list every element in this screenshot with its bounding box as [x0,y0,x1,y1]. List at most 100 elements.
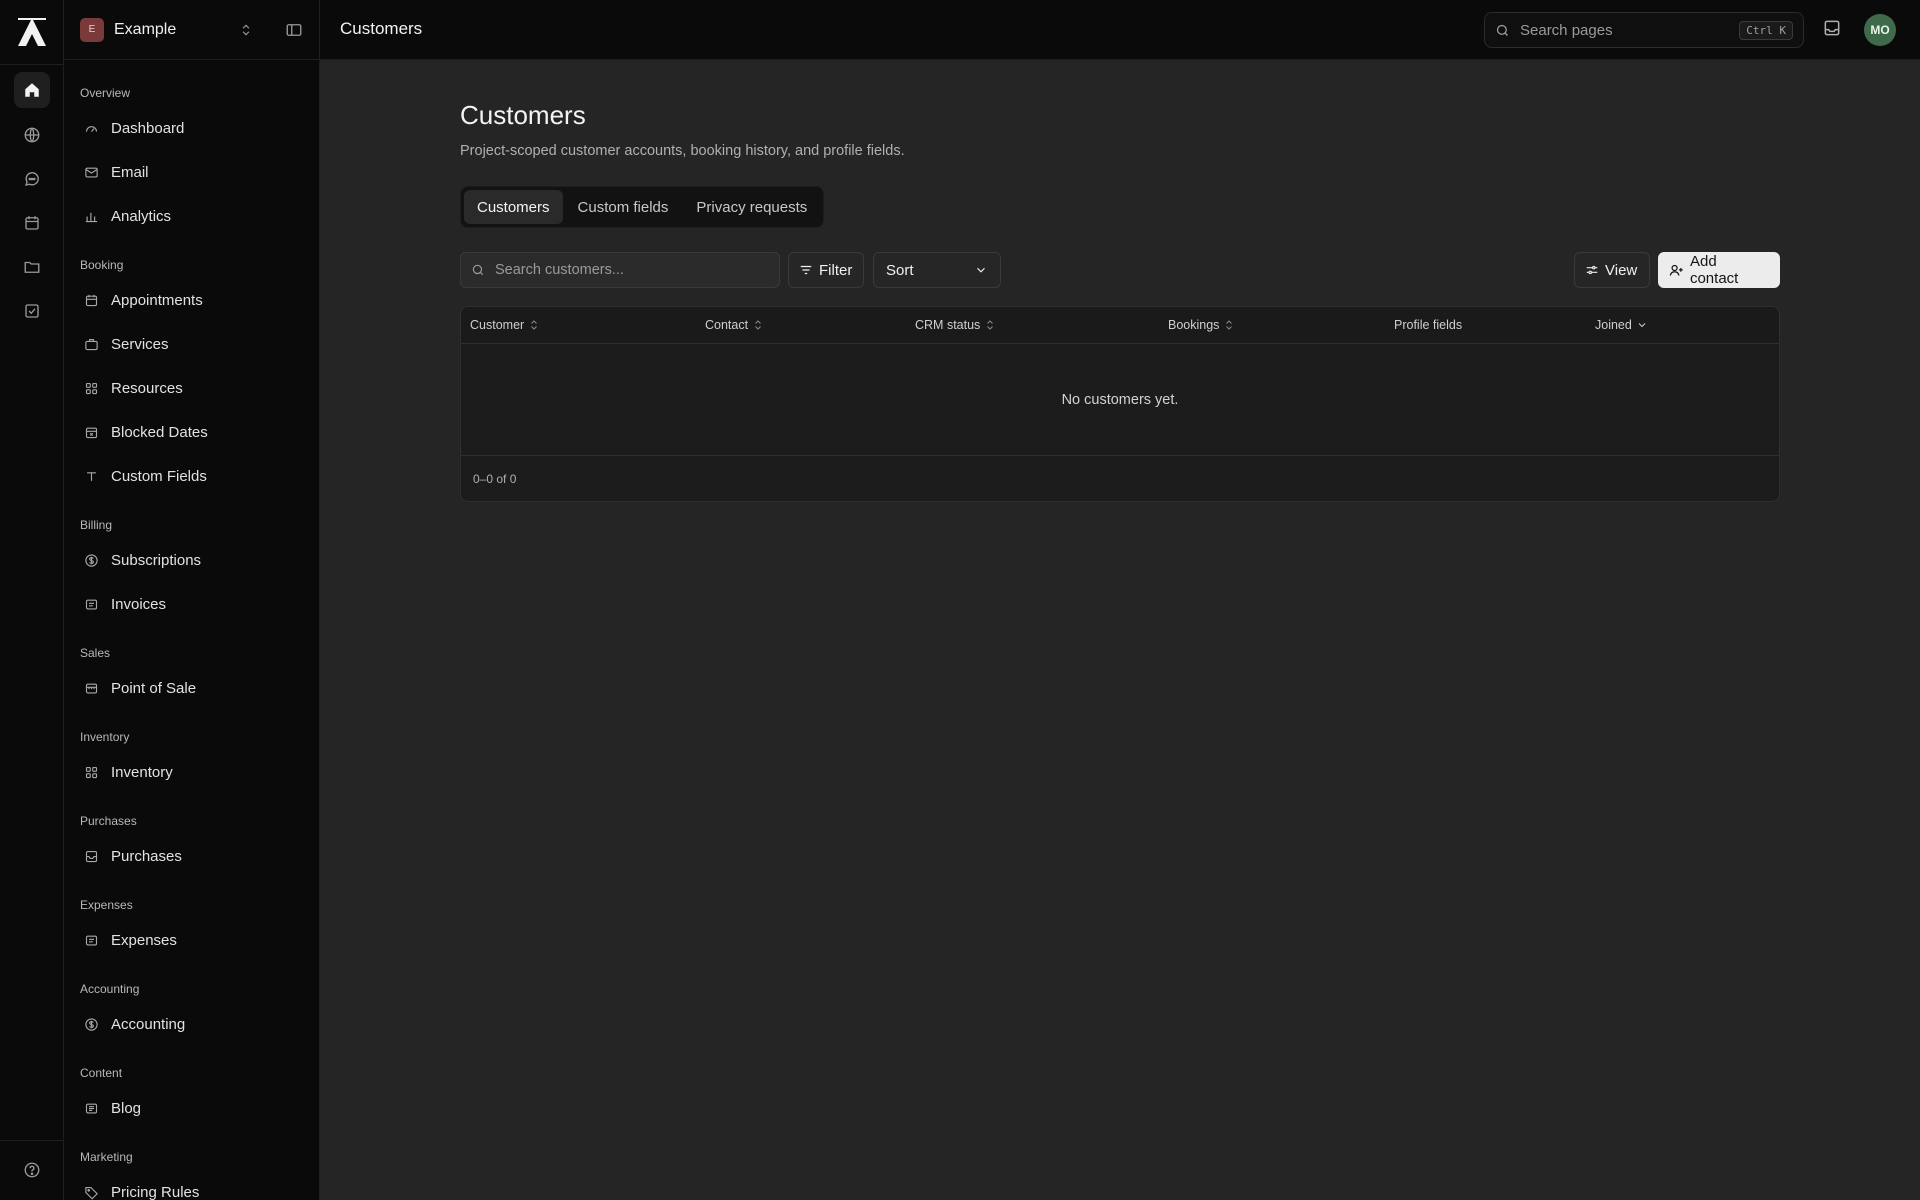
column-header-crm-status[interactable]: CRM status [915,307,996,343]
sidebar-item-label: Blog [111,1099,142,1117]
sidebar-section-accounting: Accounting [80,982,140,996]
sidebar-item-email[interactable]: Email [64,150,319,194]
sidebar-item-label: Inventory [111,763,173,781]
column-header-label: Bookings [1168,318,1220,332]
view-button[interactable]: View [1574,252,1650,288]
sidebar-item-blocked-dates[interactable]: Blocked Dates [64,410,319,454]
sidebar-item-services[interactable]: Services [64,322,319,366]
globe-icon [24,127,40,143]
toolbar: Search customers... Filter Sort View Add… [460,252,1780,288]
grid-icon [85,766,98,778]
customer-search-input[interactable]: Search customers... [460,252,780,288]
column-header-label: Contact [705,318,749,332]
tab-privacy-requests[interactable]: Privacy requests [683,190,820,224]
sidebar-toggle-icon[interactable] [285,21,303,39]
rail-calendar-button[interactable] [14,205,50,241]
sidebar-item-inventory[interactable]: Inventory [64,750,319,794]
sort-icon [531,320,538,330]
search-pages-input[interactable]: Search pages Ctrl K [1484,12,1804,48]
dollar-circle-icon [85,1017,98,1031]
search-icon [472,264,484,276]
tab-bar: Customers Custom fields Privacy requests [460,186,825,228]
chevron-down-icon [977,267,985,273]
sidebar-item-purchases[interactable]: Purchases [64,834,319,878]
rail-help-button[interactable] [14,1152,50,1188]
calendar-icon [25,216,39,230]
column-header-label: Joined [1595,318,1632,332]
inbox-icon [85,850,98,862]
sort-icon [987,320,994,330]
folder-icon [24,261,40,273]
filter-icon [800,265,812,275]
project-switcher[interactable]: E Example [64,0,319,60]
sidebar-section-inventory: Inventory [80,730,130,744]
add-contact-button[interactable]: Add contact [1658,252,1780,288]
sidebar-section-booking: Booking [80,258,124,272]
user-avatar[interactable]: MO [1864,14,1896,46]
receipt-icon [85,935,98,945]
app-logo-icon[interactable] [14,14,50,50]
bar-chart-icon [85,212,98,222]
sliders-icon [1586,265,1598,275]
page-subtitle: Project-scoped customer accounts, bookin… [460,143,905,159]
sidebar-item-expenses[interactable]: Expenses [64,918,319,962]
top-header: Customers Search pages Ctrl K MO [320,0,1920,60]
grid-icon [85,382,98,394]
sidebar-item-dashboard[interactable]: Dashboard [64,106,319,150]
sidebar-item-label: Accounting [111,1015,186,1033]
sidebar-item-label: Email [111,163,149,181]
sidebar-item-accounting[interactable]: Accounting [64,1002,319,1046]
sidebar-item-analytics[interactable]: Analytics [64,194,319,238]
tab-customers[interactable]: Customers [464,190,563,224]
sidebar-section-marketing: Marketing [80,1150,133,1164]
inbox-icon[interactable] [1822,18,1842,41]
column-header-customer[interactable]: Customer [470,307,540,343]
sidebar-item-point-of-sale[interactable]: Point of Sale [64,666,319,710]
sort-icon [755,320,761,330]
sidebar-item-resources[interactable]: Resources [64,366,319,410]
rail-tasks-button[interactable] [14,293,50,329]
table-header: Customer Contact CRM status Bookings Profile… [461,307,1779,344]
column-header-contact[interactable]: Contact [705,307,764,343]
sidebar-section-content: Content [80,1066,123,1080]
search-pages-placeholder: Search pages [1520,21,1613,39]
column-header-bookings[interactable]: Bookings [1168,307,1235,343]
sidebar-item-invoices[interactable]: Invoices [64,582,319,626]
rail-divider [0,64,64,65]
tab-custom-fields[interactable]: Custom fields [565,190,682,224]
project-badge: E [80,17,104,42]
sidebar-nav: Overview Dashboard Email Analytics Booking Ap… [64,60,319,1200]
sidebar-item-appointments[interactable]: Appointments [64,278,319,322]
column-header-joined[interactable]: Joined [1595,307,1648,343]
sidebar-item-pricing-rules[interactable]: Pricing Rules [64,1170,319,1200]
add-contact-label: Add contact [1689,253,1739,287]
calendar-icon [85,294,98,306]
sidebar-section-purchases: Purchases [80,814,137,828]
rail-globe-button[interactable] [14,117,50,153]
sidebar-item-label: Services [111,335,169,353]
briefcase-icon [85,338,98,350]
sort-label: Sort [886,261,914,279]
sidebar-item-label: Expenses [111,931,177,949]
column-header-label: Profile fields [1394,318,1463,332]
view-label: View [1605,261,1638,279]
receipt-icon [85,599,98,609]
column-header-label: CRM status [915,318,981,332]
sidebar-item-label: Dashboard [111,119,185,137]
rail-chat-button[interactable] [14,161,50,197]
customer-search-placeholder: Search customers... [495,262,624,278]
page-title: Customers [460,100,586,130]
chat-icon [24,172,39,186]
customers-table: Customer Contact CRM status Bookings Profile… [460,306,1780,502]
sidebar-item-blog[interactable]: Blog [64,1086,319,1130]
filter-button[interactable]: Filter [788,252,864,288]
sidebar-item-custom-fields[interactable]: Custom Fields [64,454,319,498]
project-name: Example [114,20,177,38]
rail-home-button[interactable] [14,72,50,108]
sidebar-item-subscriptions[interactable]: Subscriptions [64,538,319,582]
store-icon [85,683,98,693]
sort-select[interactable]: Sort [873,252,1001,288]
rail-folder-button[interactable] [14,249,50,285]
chevron-up-down-icon[interactable] [239,23,253,37]
sidebar-section-expenses: Expenses [80,898,133,912]
